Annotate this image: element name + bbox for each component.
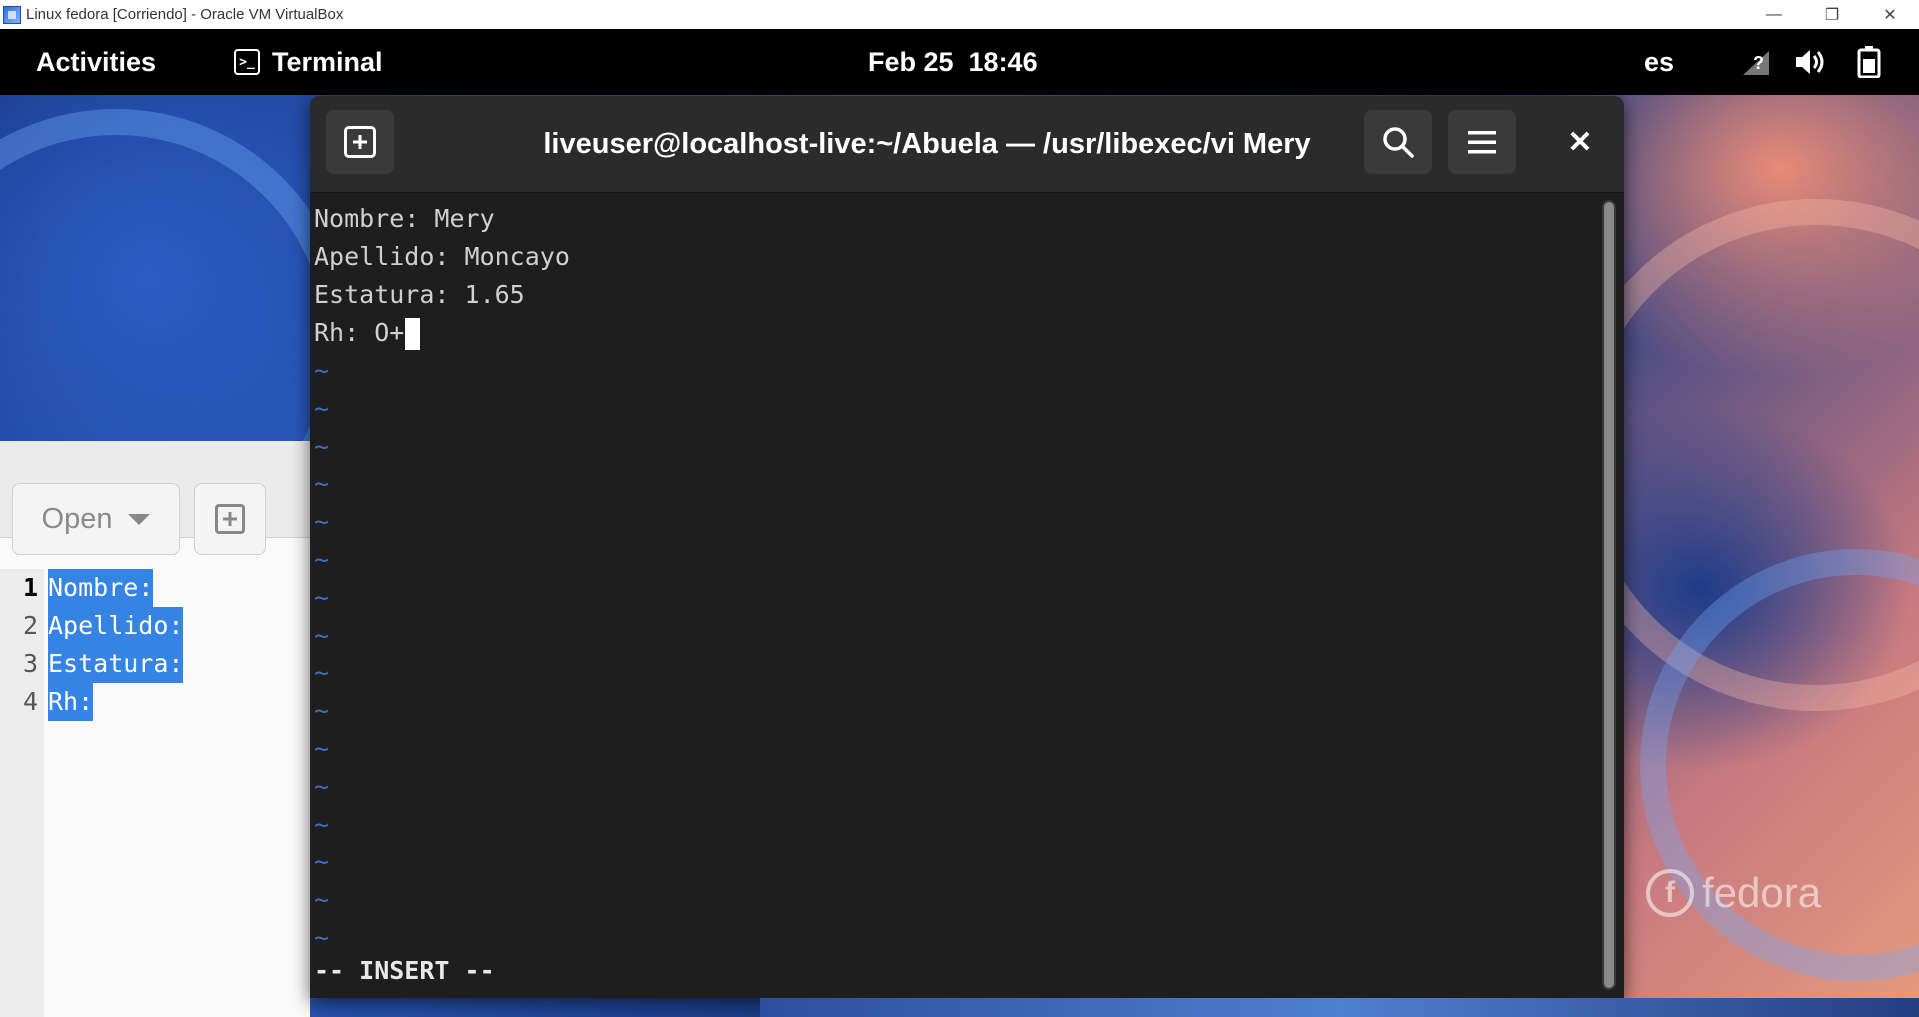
clock-label: Feb 25 18:46 xyxy=(868,46,1038,77)
new-tab-icon xyxy=(344,126,376,158)
scrollbar-thumb[interactable] xyxy=(1604,202,1614,988)
line-text: Rh: xyxy=(48,683,94,721)
editor-line[interactable]: 1 Nombre: xyxy=(0,569,310,607)
tilde-marker: ~ xyxy=(314,393,330,423)
tilde-marker: ~ xyxy=(314,696,330,726)
vi-buffer-line-current: Rh: O+ xyxy=(314,314,421,352)
tilde-marker: ~ xyxy=(314,658,330,688)
tilde-marker: ~ xyxy=(314,885,330,915)
tilde-marker: ~ xyxy=(314,847,330,877)
open-button[interactable]: Open xyxy=(12,483,180,555)
editor-line[interactable]: 2 Apellido: xyxy=(0,607,310,645)
volume-icon[interactable] xyxy=(1794,47,1828,77)
line-number: 1 xyxy=(22,573,38,602)
fedora-desktop: Activities >_ Terminal Feb 25 18:46 es ?… xyxy=(0,29,1919,1017)
close-icon: ✕ xyxy=(1883,6,1897,24)
terminal-close-button[interactable]: ✕ xyxy=(1556,118,1604,166)
fedora-logo: f fedora xyxy=(1646,869,1821,917)
tilde-marker: ~ xyxy=(314,734,330,763)
text-cursor xyxy=(405,318,421,350)
keyboard-layout-label: es xyxy=(1644,46,1675,77)
activities-button[interactable]: Activities xyxy=(36,29,156,95)
line-number: 3 xyxy=(22,649,38,678)
terminal-scrollbar[interactable] xyxy=(1602,200,1616,990)
line-text: Nombre: xyxy=(48,569,154,607)
text-editor-window: Open 1 Nombre: 2 Apellido: 3 Estatura: 4… xyxy=(0,441,310,1017)
network-unknown-icon[interactable]: ? xyxy=(1740,47,1774,77)
line-text: Apellido: xyxy=(48,607,184,645)
vi-buffer-line: Nombre: Mery xyxy=(314,204,495,233)
keyboard-layout-indicator[interactable]: es xyxy=(1644,29,1674,95)
menu-button[interactable] xyxy=(1448,110,1516,174)
tilde-marker: ~ xyxy=(314,582,330,612)
new-tab-button[interactable] xyxy=(326,110,394,174)
terminal-app-icon: >_ xyxy=(234,49,260,75)
open-label: Open xyxy=(41,502,113,535)
fedora-logo-icon: f xyxy=(1646,869,1694,917)
terminal-headerbar: liveuser@localhost-live:~/Abuela — /usr/… xyxy=(310,96,1624,193)
tilde-marker: ~ xyxy=(314,431,330,461)
tilde-marker: ~ xyxy=(314,545,330,574)
clock[interactable]: Feb 25 18:46 xyxy=(868,29,1038,95)
search-button[interactable] xyxy=(1364,110,1432,174)
gnome-top-bar: Activities >_ Terminal Feb 25 18:46 es ? xyxy=(0,29,1919,95)
battery-icon[interactable] xyxy=(1852,46,1886,78)
tilde-marker: ~ xyxy=(314,469,330,499)
editor-line[interactable]: 4 Rh: xyxy=(0,683,310,721)
fedora-logo-text: fedora xyxy=(1702,869,1822,916)
terminal-content[interactable]: Nombre: Mery Apellido: Moncayo Estatura:… xyxy=(314,200,1594,990)
vi-buffer-line: Rh: O+ xyxy=(314,318,405,347)
minimize-icon: — xyxy=(1766,5,1782,23)
svg-text:?: ? xyxy=(1753,53,1764,73)
activities-label: Activities xyxy=(36,46,157,77)
app-menu-label: Terminal xyxy=(272,46,383,77)
host-window-title: Linux fedora [Corriendo] - Oracle VM Vir… xyxy=(26,6,344,23)
tilde-marker: ~ xyxy=(314,356,330,385)
line-text: Estatura: xyxy=(48,645,184,683)
editor-line[interactable]: 3 Estatura: xyxy=(0,645,310,683)
terminal-window[interactable]: liveuser@localhost-live:~/Abuela — /usr/… xyxy=(310,96,1624,998)
minimize-button[interactable]: — xyxy=(1745,0,1803,29)
host-close-button[interactable]: ✕ xyxy=(1861,0,1919,29)
hamburger-menu-icon xyxy=(1468,131,1496,154)
new-tab-icon xyxy=(215,504,245,534)
search-icon xyxy=(1383,127,1414,158)
chevron-down-icon xyxy=(128,513,151,525)
restore-button[interactable]: ❐ xyxy=(1803,0,1861,29)
wallpaper-strip xyxy=(760,998,1919,1017)
vi-buffer-line: Apellido: Moncayo xyxy=(314,242,570,271)
vi-buffer-line: Estatura: 1.65 xyxy=(314,280,525,309)
virtualbox-icon xyxy=(3,5,21,24)
text-editor-headerbar: Open xyxy=(0,441,310,555)
tilde-marker: ~ xyxy=(314,507,330,537)
terminal-title: liveuser@localhost-live:~/Abuela — /usr/… xyxy=(543,127,1311,160)
app-menu-terminal[interactable]: >_ Terminal xyxy=(234,29,383,95)
tilde-marker: ~ xyxy=(314,809,330,839)
host-window-titlebar: Linux fedora [Corriendo] - Oracle VM Vir… xyxy=(0,0,1919,30)
vi-mode-indicator: -- INSERT -- xyxy=(314,956,495,985)
new-document-button[interactable] xyxy=(194,483,266,555)
line-number: 4 xyxy=(22,687,38,716)
tilde-marker: ~ xyxy=(314,771,330,801)
restore-icon: ❐ xyxy=(1824,6,1840,24)
tilde-marker: ~ xyxy=(314,620,330,650)
close-icon: ✕ xyxy=(1567,125,1593,159)
line-number: 2 xyxy=(22,611,38,640)
